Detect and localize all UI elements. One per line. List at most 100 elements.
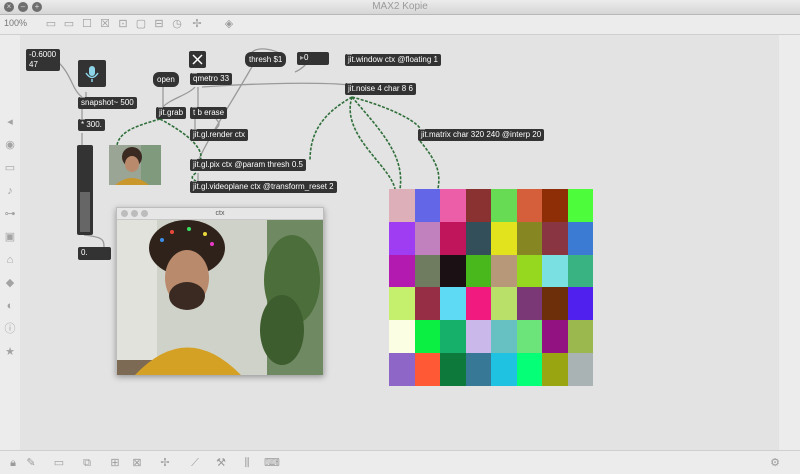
dsp-icon[interactable]: ⊶ xyxy=(3,207,17,221)
ezadc-mic-button[interactable] xyxy=(78,60,106,87)
grid-cell xyxy=(542,320,568,354)
grid-cell xyxy=(516,320,542,354)
comment-box-icon[interactable]: ☐ xyxy=(80,17,94,31)
jit-gl-videoplane-object[interactable]: jit.gl.videoplane ctx @transform_reset 2 xyxy=(190,181,337,193)
level-slider[interactable] xyxy=(77,145,93,235)
tag-icon[interactable]: ⌂ xyxy=(3,253,17,267)
grid-cell xyxy=(491,320,517,354)
settings-icon[interactable]: ⚙︎ xyxy=(768,456,782,470)
slider-icon[interactable]: ⊟ xyxy=(152,17,166,31)
jit-gl-pix-object[interactable]: jit.gl.pix ctx @param thresh 0.5 xyxy=(190,159,306,171)
piano-icon[interactable]: ⫼ xyxy=(240,456,254,470)
grid-cell xyxy=(516,287,542,321)
grid-cell xyxy=(542,221,568,255)
number-icon[interactable]: ▢ xyxy=(134,17,148,31)
jit-matrix-object[interactable]: jit.matrix char 320 240 @interp 20 xyxy=(418,129,545,141)
dial-icon[interactable]: ◷ xyxy=(170,17,184,31)
window-title: MAX2 Kopie xyxy=(372,1,428,12)
cord-pix-videoplane-green xyxy=(191,172,197,182)
comment-icon[interactable]: ▭ xyxy=(52,456,66,470)
grid-cell xyxy=(491,254,517,288)
grid-cell xyxy=(567,353,593,386)
open-message[interactable]: open xyxy=(153,72,179,87)
jit-window-object[interactable]: jit.window ctx @floating 1 xyxy=(345,54,441,66)
button-object-icon[interactable]: ☒ xyxy=(98,17,112,31)
new-object-icon[interactable]: ▭ xyxy=(44,17,58,31)
info-icon[interactable]: ⓘ xyxy=(3,322,17,336)
bottom-toolbar: 🔒︎ ✎ ▭ ⧉ ⊞ ⊠ ✢ ⟋ ⚒︎ ⫼ ⌨︎ ⚙︎ xyxy=(0,450,800,474)
cord-noise-matrix xyxy=(351,96,421,130)
jit-grab-object[interactable]: jit.grab xyxy=(156,107,187,119)
qmetro-object[interactable]: qmetro 33 xyxy=(190,73,233,85)
camera-preview xyxy=(109,145,161,185)
grid-cell xyxy=(465,320,491,354)
music-icon[interactable]: ♪ xyxy=(3,184,17,198)
bpatcher-icon[interactable]: ◆ xyxy=(3,276,17,290)
ctx-render-window[interactable]: ctx xyxy=(116,207,324,375)
lock-icon[interactable]: 🔒︎ xyxy=(6,456,20,470)
add-object-icon[interactable]: ✢ xyxy=(158,456,172,470)
float-value: -0.6000 xyxy=(29,50,57,59)
ctx-titlebar: ctx xyxy=(117,208,323,220)
paint-icon[interactable]: ◈ xyxy=(222,17,236,31)
toggle[interactable] xyxy=(189,51,206,68)
thresh-number[interactable]: ▸0 xyxy=(297,52,329,65)
grid-icon[interactable]: ⊞ xyxy=(108,456,122,470)
zoom-level[interactable]: 100% xyxy=(4,18,27,28)
jit-gl-render-object[interactable]: jit.gl.render ctx xyxy=(190,129,249,141)
noise-matrix-grid xyxy=(389,189,593,386)
snippet-icon[interactable]: ◐ xyxy=(3,299,17,313)
image-icon[interactable]: ▣ xyxy=(3,230,17,244)
grid-cell xyxy=(389,320,415,354)
pencil-icon[interactable]: ⟋ xyxy=(188,456,202,470)
grid-cell xyxy=(465,254,491,288)
star-icon[interactable]: ★ xyxy=(3,345,17,359)
grid-cell xyxy=(389,254,415,288)
keyboard-icon[interactable]: ⌨︎ xyxy=(264,456,280,470)
grid-cell xyxy=(414,320,440,354)
message-icon[interactable]: ▭ xyxy=(62,17,76,31)
arrow-icon[interactable]: ◂ xyxy=(3,115,17,129)
presentation-icon[interactable]: ⧉ xyxy=(80,456,94,470)
ctx-window-title: ctx xyxy=(215,210,225,217)
grid-cell xyxy=(567,221,593,255)
trigger-erase-object[interactable]: t b erase xyxy=(190,107,228,119)
top-toolbar: 100% ▭ ▭ ☐ ☒ ⊡ ▢ ⊟ ◷ ✢ ◈ xyxy=(0,15,800,35)
grid-cell xyxy=(491,287,517,321)
palette-icon[interactable]: ▭ xyxy=(3,161,17,175)
wrench-icon[interactable]: ⚒︎ xyxy=(214,456,228,470)
grid-cell xyxy=(414,287,440,321)
edit-icon[interactable]: ✎ xyxy=(24,456,38,470)
grid-cell xyxy=(414,221,440,255)
grid-cell xyxy=(440,254,466,288)
microphone-icon xyxy=(85,66,99,82)
grid-cell xyxy=(440,287,466,321)
cord-grab-preview xyxy=(116,118,161,146)
grid-cell xyxy=(542,287,568,321)
grid-cell xyxy=(389,189,415,222)
float-display[interactable]: -0.6000 47 xyxy=(26,49,60,71)
color-icon[interactable]: ◉ xyxy=(3,138,17,152)
grid-cell xyxy=(491,353,517,386)
cord-noise-pix xyxy=(309,96,353,162)
grid-cell xyxy=(567,189,593,222)
grid-cell xyxy=(567,287,593,321)
thresh-message[interactable]: thresh $1 xyxy=(245,52,287,67)
output-number[interactable]: 0. xyxy=(78,247,111,260)
grid-cell xyxy=(542,254,568,288)
grid-cell xyxy=(516,189,542,222)
grid-cell xyxy=(414,254,440,288)
snapshot-object[interactable]: snapshot~ 500 xyxy=(78,97,137,109)
multiply-object[interactable]: * 300. xyxy=(78,119,105,131)
jit-noise-object[interactable]: jit.noise 4 char 8 6 xyxy=(345,83,416,95)
inspector-icon[interactable]: ✢ xyxy=(190,17,204,31)
toggle-icon[interactable]: ⊡ xyxy=(116,17,130,31)
left-sidebar: ◂ ◉ ▭ ♪ ⊶ ▣ ⌂ ◆ ◐ ⓘ ★ xyxy=(0,35,20,450)
grid-cell xyxy=(491,221,517,255)
person-preview-graphic xyxy=(109,145,161,185)
grid-cell xyxy=(440,221,466,255)
grid-cell xyxy=(389,287,415,321)
tab-icon[interactable]: ⊠ xyxy=(130,456,144,470)
grid-cell xyxy=(567,320,593,354)
grid-cell xyxy=(516,221,542,255)
